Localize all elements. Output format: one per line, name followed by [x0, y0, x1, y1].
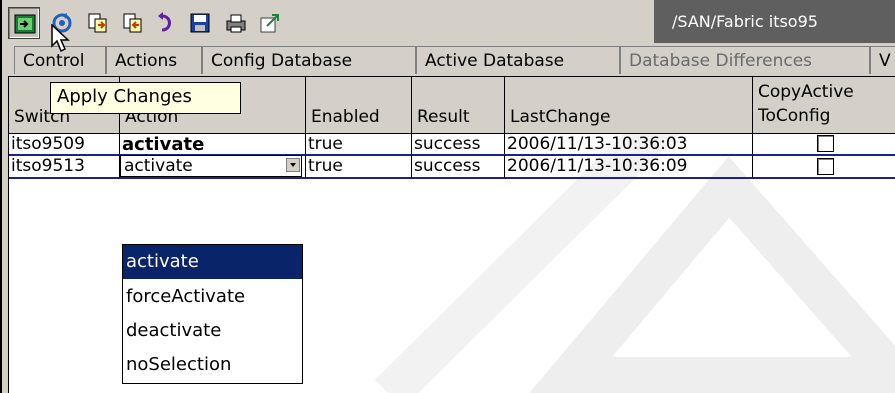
save-icon: [190, 13, 210, 33]
enabled-cell[interactable]: true: [306, 154, 412, 179]
header-last-change[interactable]: LastChange: [505, 77, 753, 134]
export-button[interactable]: [254, 7, 286, 39]
dropdown-arrow-icon[interactable]: [286, 158, 300, 172]
result-cell[interactable]: success: [412, 154, 505, 179]
copy-cell: [753, 134, 895, 156]
apply-changes-button[interactable]: [8, 7, 40, 39]
print-button[interactable]: [220, 7, 252, 39]
header-enabled[interactable]: Enabled: [306, 77, 412, 134]
undo-icon: [158, 12, 171, 32]
action-dropdown-list: activate forceActivate deactivate noSele…: [122, 244, 303, 384]
print-icon: [226, 14, 246, 33]
last-change-cell[interactable]: 2006/11/13-10:36:03: [505, 134, 753, 156]
tab-strip: Control Actions Config Database Active D…: [2, 44, 895, 74]
option-no-selection[interactable]: noSelection: [123, 348, 302, 382]
save-button[interactable]: [184, 7, 216, 39]
result-cell[interactable]: success: [412, 134, 505, 156]
copy-active-checkbox[interactable]: [817, 158, 834, 175]
switch-cell[interactable]: itso9509: [9, 134, 120, 156]
copy-config-icon: [123, 13, 142, 33]
tab-more[interactable]: V: [870, 46, 895, 74]
copy-active-button[interactable]: [82, 7, 114, 39]
tab-active-database[interactable]: Active Database: [416, 46, 620, 74]
app-window: /SAN/Fabric itso95 Control Actions Confi…: [0, 0, 895, 393]
header-copy-active[interactable]: CopyActive ToConfig: [753, 77, 895, 134]
option-activate[interactable]: activate: [123, 245, 302, 279]
copy-active-icon: [88, 13, 107, 33]
enabled-cell[interactable]: true: [306, 134, 412, 156]
tab-actions[interactable]: Actions: [106, 46, 202, 74]
last-change-cell[interactable]: 2006/11/13-10:36:09: [505, 154, 753, 179]
copy-config-button[interactable]: [117, 7, 149, 39]
copy-cell: [753, 154, 895, 179]
action-combobox[interactable]: activate: [120, 155, 302, 177]
header-result[interactable]: Result: [412, 77, 505, 134]
tab-config-database[interactable]: Config Database: [202, 46, 416, 74]
toolbar: /SAN/Fabric itso95: [2, 0, 895, 44]
action-cell[interactable]: activate: [120, 134, 306, 156]
option-deactivate[interactable]: deactivate: [123, 314, 302, 348]
undo-button[interactable]: [150, 7, 182, 39]
mouse-cursor-icon: [51, 24, 70, 53]
tab-database-differences[interactable]: Database Differences: [620, 46, 870, 74]
apply-icon: [14, 14, 36, 34]
export-icon: [260, 14, 279, 33]
option-force-activate[interactable]: forceActivate: [123, 280, 302, 314]
fabric-path: /SAN/Fabric itso95: [672, 12, 818, 31]
copy-active-checkbox[interactable]: [817, 135, 834, 152]
path-bar: /SAN/Fabric itso95: [654, 0, 895, 43]
switch-cell[interactable]: itso9513: [9, 154, 120, 179]
tooltip: Apply Changes: [50, 82, 241, 114]
